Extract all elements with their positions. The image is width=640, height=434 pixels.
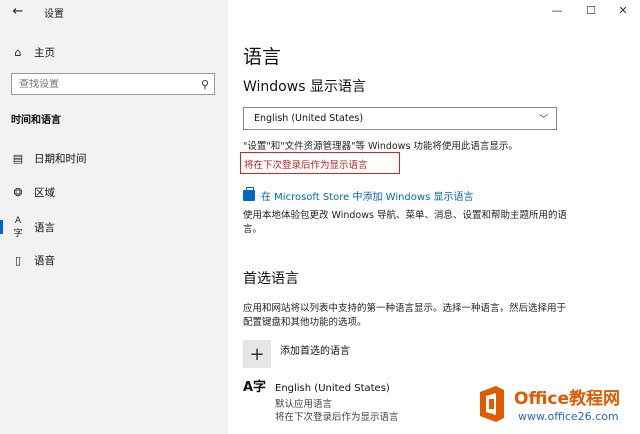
microphone-icon: ▯ bbox=[14, 253, 22, 267]
store-link[interactable]: 在 Microsoft Store 中添加 Windows 显示语言 bbox=[243, 187, 473, 203]
display-language-description: 使用本地体验包更改 Windows 导航、菜单、消息、设置和帮助主题所用的语言。 bbox=[243, 210, 567, 235]
sidebar: ← 设置 ⌂ 主页 ⚲ 时间和语言 ▤ 日期和时间 ❂ 区域 A字 语言 ▯ 语… bbox=[0, 0, 228, 434]
add-language-button[interactable]: + bbox=[243, 340, 271, 368]
watermark-url: www.office26.com bbox=[518, 410, 619, 423]
page-title: 语言 bbox=[243, 46, 282, 68]
preferred-languages-heading: 首选语言 bbox=[243, 271, 299, 287]
language-icon: A字 bbox=[13, 215, 23, 239]
app-title: 设置 bbox=[44, 9, 64, 20]
sidebar-item-speech[interactable]: ▯ 语音 bbox=[0, 248, 228, 272]
pending-language-note: 将在下次登录后作为显示语言 bbox=[244, 160, 368, 171]
sidebar-item-label: 语言 bbox=[34, 221, 55, 234]
home-icon: ⌂ bbox=[14, 45, 22, 59]
add-language-label[interactable]: 添加首选的语言 bbox=[280, 342, 350, 357]
plus-icon: + bbox=[249, 343, 265, 365]
close-icon[interactable]: ✕ bbox=[612, 3, 634, 19]
globe-icon: ❂ bbox=[13, 185, 23, 199]
search-input[interactable] bbox=[12, 78, 196, 90]
minimize-icon[interactable]: — bbox=[546, 3, 568, 19]
sidebar-item-language[interactable]: A字 语言 bbox=[0, 215, 228, 239]
language-item-pending: 将在下次登录后作为显示语言 bbox=[275, 412, 399, 423]
display-language-dropdown[interactable]: English (United States) ﹀ bbox=[243, 107, 557, 130]
sidebar-section-title: 时间和语言 bbox=[11, 115, 61, 126]
sidebar-item-label: 区域 bbox=[34, 186, 55, 199]
store-link-label[interactable]: 在 Microsoft Store 中添加 Windows 显示语言 bbox=[261, 188, 473, 203]
store-bag-icon bbox=[243, 187, 255, 201]
sidebar-item-region[interactable]: ❂ 区域 bbox=[0, 180, 228, 204]
display-language-heading: Windows 显示语言 bbox=[243, 79, 366, 95]
maximize-icon[interactable]: ☐ bbox=[580, 3, 602, 19]
language-item-name[interactable]: English (United States) bbox=[275, 383, 390, 394]
sidebar-item-home[interactable]: ⌂ 主页 bbox=[0, 40, 228, 64]
chevron-down-icon: ﹀ bbox=[538, 115, 548, 125]
language-item-default-app: 默认应用语言 bbox=[275, 399, 333, 410]
language-item-icon: A字 bbox=[243, 380, 267, 395]
dropdown-value: English (United States) bbox=[254, 113, 364, 124]
sidebar-item-label: 语音 bbox=[34, 254, 55, 267]
back-arrow-icon[interactable]: ← bbox=[8, 4, 28, 20]
sidebar-item-label: 日期和时间 bbox=[34, 152, 87, 165]
sidebar-item-label: 主页 bbox=[34, 46, 55, 59]
calendar-clock-icon: ▤ bbox=[12, 151, 24, 165]
search-icon[interactable]: ⚲ bbox=[196, 78, 214, 91]
search-box[interactable]: ⚲ bbox=[11, 73, 215, 95]
display-language-note: "设置"和"文件资源管理器"等 Windows 功能将使用此语言显示。 bbox=[243, 141, 518, 152]
preferred-languages-description: 应用和网站将以列表中支持的第一种语言显示。选择一种语言，然后选择用于配置键盘和其… bbox=[243, 303, 567, 328]
sidebar-item-date-time[interactable]: ▤ 日期和时间 bbox=[0, 146, 228, 170]
office-logo-icon bbox=[480, 386, 504, 422]
watermark-brand: Office教程网 bbox=[514, 389, 621, 409]
